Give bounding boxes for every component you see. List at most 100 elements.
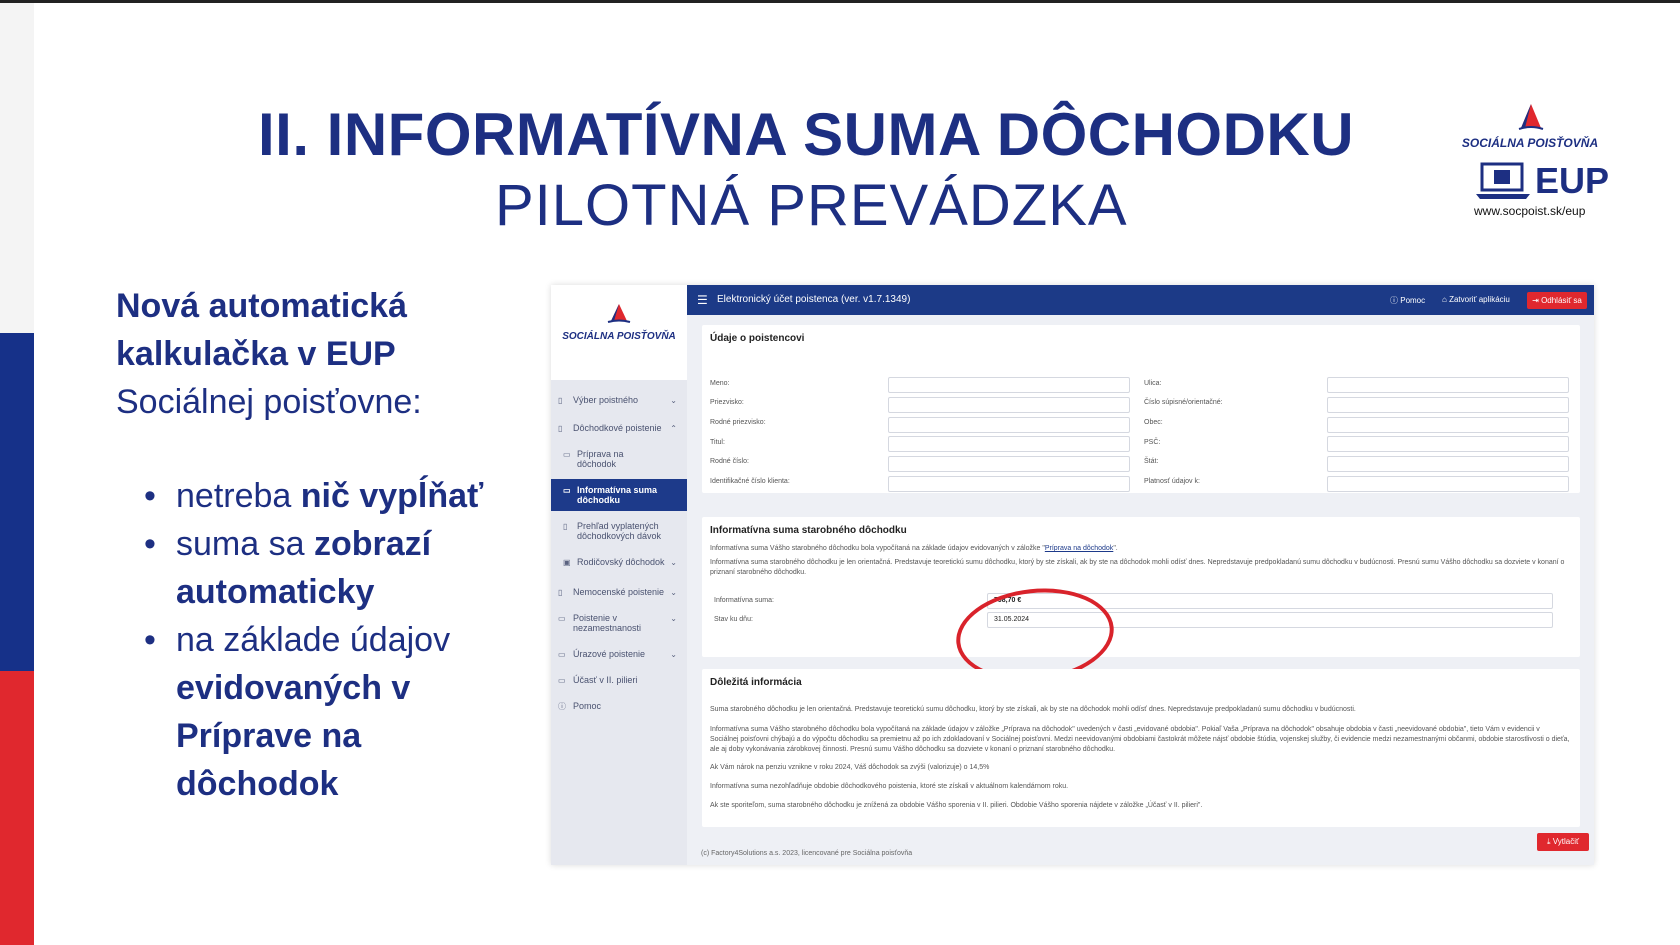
platnost-field[interactable] [1327,476,1569,492]
rodne-priezvisko-field[interactable] [888,417,1130,433]
home-icon: ⌂ [1442,295,1450,304]
obec-field[interactable] [1327,417,1569,433]
stat-field[interactable] [1327,456,1569,472]
print-button[interactable]: ⤓ Vytlačiť [1537,833,1589,851]
document-icon: ▯ [558,424,563,433]
window-icon: ▭ [558,676,566,685]
sail-logo-icon [607,304,631,323]
logout-button[interactable]: ⇥ Odhlásiť sa [1527,292,1587,309]
document-icon: ▯ [563,522,568,531]
field-label: Titul: [710,439,725,446]
pension-sum-card: Informatívna suma starobného dôchodku In… [702,517,1580,657]
personal-info-card: Údaje o poistencovi Meno: Priezvisko: Ro… [702,325,1580,493]
bullet-item: suma sa zobrazí automaticky [140,520,530,616]
people-icon: ▣ [563,558,571,567]
sidebar-item-nemocenske-poistenie[interactable]: ▯ Nemocenské poistenie ⌄ [551,581,687,603]
rodne-cislo-field[interactable] [888,456,1130,472]
document-icon: ▯ [558,588,563,597]
sidebar-brand[interactable]: SOCIÁLNA POISŤOVŇA [551,285,687,380]
field-label: Priezvisko: [710,399,744,406]
priprava-link[interactable]: Príprava na dôchodok [1045,545,1114,552]
chevron-up-icon: ⌃ [670,424,677,433]
lead-line-3: Sociálnej poisťovne: [116,383,422,421]
pension-sum-disclaimer: Informatívna suma starobného dôchodku je… [710,559,1565,576]
menu-icon[interactable]: ☰ [697,293,708,307]
app-header: ☰ Elektronický účet poistenca (ver. v1.7… [687,285,1594,315]
logo-name: SOCIÁLNA POISŤOVŇA [1461,136,1599,150]
app-title: Elektronický účet poistenca (ver. v1.7.1… [717,294,911,305]
help-icon: ⓘ [558,702,566,711]
sidebar-nav: ▯ Výber poistného ⌄ ▯ Dôchodkové poistenie ⌃… [551,383,687,717]
help-icon: ⓘ [1390,296,1401,305]
sidebar-brand-name: SOCIÁLNA POISŤOVŇA [562,331,676,342]
field-label: Platnosť údajov k: [1144,478,1200,485]
logo-url: www.socpoist.sk/eup [1474,204,1586,218]
bullet-item: netreba nič vypĺňať [140,472,530,520]
logo: SOCIÁLNA POISŤOVŇA EUP www.socpoist.sk/e… [1460,98,1609,222]
important-info-card: Dôležitá informácia Suma starobného dôch… [702,669,1580,827]
field-label: Meno: [710,380,730,387]
lead-line-2: kalkulačka v EUP [116,335,396,373]
field-label: Číslo súpisné/orientačné: [1144,399,1223,406]
chevron-down-icon: ⌄ [670,396,677,405]
close-app-link[interactable]: ⌂ Zatvoriť aplikáciu [1442,295,1510,304]
bullet-item: na základe údajov evidovaných v Príprave… [140,616,530,808]
ulica-field[interactable] [1327,377,1569,393]
titul-field[interactable] [888,436,1130,452]
field-label: Rodné číslo: [710,458,749,465]
flag-blue-band [0,333,34,671]
sail-logo-icon [1518,104,1544,130]
field-label: Ulica: [1144,380,1162,387]
slide-subtitle: PILOTNÁ PREVÁDZKA [495,173,1128,238]
sidebar-item-poistenie-v-nezamestnanosti[interactable]: ▭ Poistenie v nezamestnanosti ⌄ [551,607,687,639]
cislo-field[interactable] [1327,397,1569,413]
app-footer: (c) Factory4Solutions a.s. 2023, licenco… [701,850,913,857]
field-label: Rodné priezvisko: [710,419,766,426]
sidebar-item-vyber-poistneho[interactable]: ▯ Výber poistného ⌄ [551,389,687,411]
pension-sum-note: Informatívna suma Vášho starobného dôcho… [710,545,1118,552]
help-link[interactable]: ⓘ Pomoc [1390,295,1425,306]
important-p4: Informatívna suma nezohľadňuje obdobie d… [710,783,1069,790]
id-klienta-field[interactable] [888,476,1130,492]
sidebar-item-prehlad-davok[interactable]: ▯ Prehľad vyplatených dôchodkových dávok [551,515,687,547]
window-icon: ▭ [563,450,571,459]
sidebar-item-priprava-na-dochodok[interactable]: ▭ Príprava na dôchodok [551,443,687,475]
window-icon: ▭ [558,650,566,659]
slide-title: II. INFORMATÍVNA SUMA DÔCHODKU [258,101,1355,168]
pension-sum-title: Informatívna suma starobného dôchodku [710,525,907,536]
chevron-down-icon: ⌄ [670,588,677,597]
meno-field[interactable] [888,377,1130,393]
app-screenshot: SOCIÁLNA POISŤOVŇA ▯ Výber poistného ⌄ ▯ Dô… [551,285,1594,865]
psc-field[interactable] [1327,436,1569,452]
important-info-title: Dôležitá informácia [710,677,802,688]
bullet-list: netreba nič vypĺňať suma sa zobrazí auto… [140,472,530,808]
logout-icon: ⇥ [1532,296,1542,305]
chevron-down-icon: ⌄ [670,614,677,623]
document-icon: ▯ [558,396,563,405]
laptop-icon [1476,162,1530,199]
sidebar-item-ucast-v-ii-pilieri[interactable]: ▭ Účasť v II. pilieri [551,669,687,691]
important-p1: Suma starobného dôchodku je len orientač… [710,706,1356,713]
sidebar-item-rodicovsky-dochodok[interactable]: ▣ Rodičovský dôchodok ⌄ [551,551,687,573]
important-p3: Ak Vám nárok na penziu vznikne v roku 20… [710,764,990,771]
sidebar-item-pomoc[interactable]: ⓘ Pomoc [551,695,687,717]
lead-text: Nová automatická kalkulačka v EUP Sociál… [116,282,422,426]
sidebar-item-informativna-suma[interactable]: ▭ Informatívna suma dôchodku [551,479,687,511]
lead-line-1: Nová automatická [116,287,407,325]
sidebar-item-urazove-poistenie[interactable]: ▭ Úrazové poistenie ⌄ [551,643,687,665]
important-p5: Ak ste sporiteľom, suma starobného dôcho… [710,802,1203,809]
date-label: Stav ku dňu: [714,616,753,623]
priezvisko-field[interactable] [888,397,1130,413]
window-icon: ▭ [558,614,566,623]
chevron-down-icon: ⌄ [670,650,677,659]
top-border [0,0,1680,3]
field-label: Identifikačné číslo klienta: [710,478,790,485]
logo-product: EUP [1535,160,1610,201]
sidebar: SOCIÁLNA POISŤOVŇA ▯ Výber poistného ⌄ ▯ Dô… [551,285,687,865]
sidebar-item-dochodkove-poistenie[interactable]: ▯ Dôchodkové poistenie ⌃ [551,417,687,439]
field-label: Obec: [1144,419,1163,426]
sum-label: Informatívna suma: [714,597,774,604]
window-icon: ▭ [563,486,571,495]
chevron-down-icon: ⌄ [670,558,677,567]
flag-red-band [0,671,34,945]
